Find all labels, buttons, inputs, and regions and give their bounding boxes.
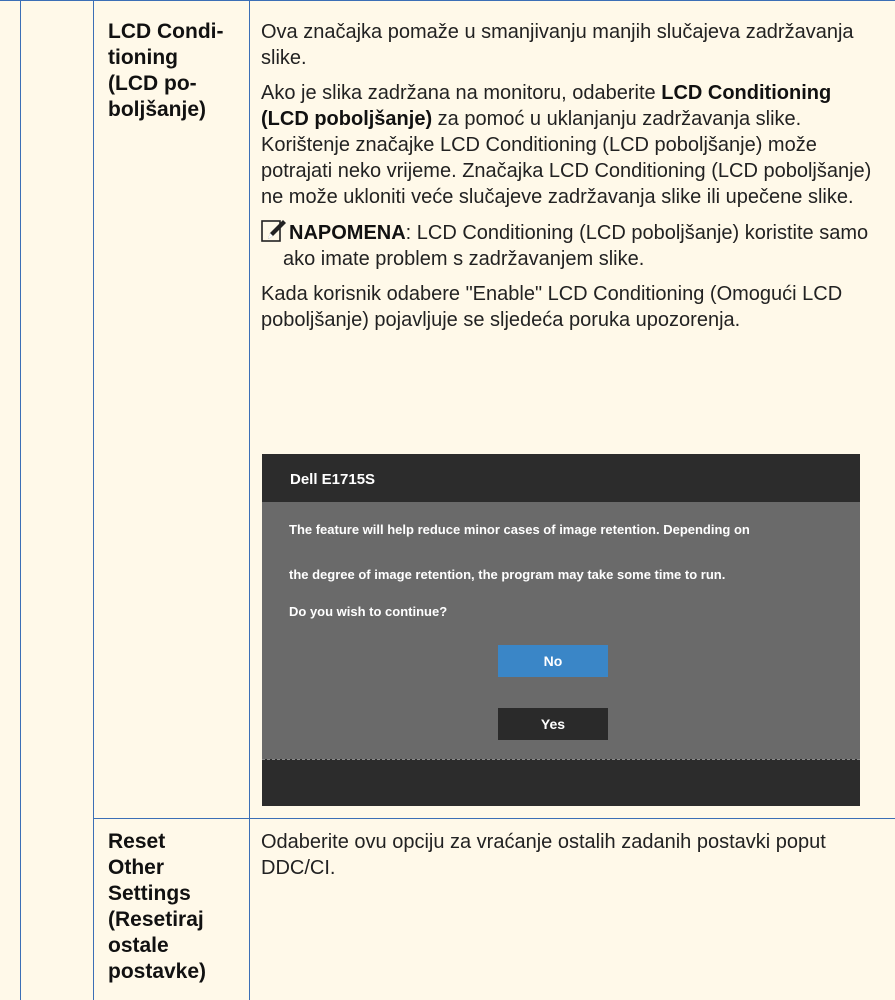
- desc-paragraph: Ako je slika zadržana na monitoru, odabe…: [261, 80, 881, 210]
- row-name-line: ostale: [108, 934, 169, 957]
- row-name-line: Settings: [108, 882, 191, 905]
- row-name-line: Other: [108, 856, 165, 879]
- row-name-line: (Resetiraj: [108, 908, 204, 931]
- settings-table: LCD Condi- tioning (LCD po- boljšanje) O…: [0, 0, 895, 1000]
- dialog-message-line: the degree of image retention, the progr…: [289, 567, 726, 582]
- desc-paragraph: Odaberite ovu opciju za vraćanje ostalih…: [261, 831, 826, 879]
- row-rule: [94, 818, 895, 819]
- row-desc-reset-other-settings: Odaberite ovu opciju za vraćanje ostalih…: [261, 829, 881, 890]
- desc-text: Ako je slika zadržana na monitoru, odabe…: [261, 82, 662, 104]
- column-rule: [249, 0, 250, 1000]
- desc-paragraph: Ova značajka pomaže u smanjivanju manjih…: [261, 21, 854, 69]
- yes-button[interactable]: Yes: [498, 708, 608, 740]
- no-button[interactable]: No: [498, 645, 608, 677]
- row-name-line: boljšanje): [108, 98, 207, 121]
- row-name-line: tioning: [108, 46, 178, 69]
- pencil-note-icon: [261, 220, 286, 242]
- row-desc-lcd-conditioning: Ova značajka pomaže u smanjivanju manjih…: [261, 19, 881, 342]
- column-rule: [93, 0, 94, 1000]
- row-name-line: Reset: [108, 830, 166, 853]
- dialog-message-line: Do you wish to continue?: [289, 604, 448, 619]
- desc-paragraph: Kada korisnik odabere "Enable" LCD Condi…: [261, 283, 843, 331]
- row-rule: [0, 0, 895, 1]
- row-name-lcd-conditioning: LCD Condi- tioning (LCD po- boljšanje): [108, 19, 236, 123]
- note-paragraph: NAPOMENA: LCD Conditioning (LCD poboljša…: [261, 219, 881, 272]
- row-name-line: LCD Condi-: [108, 20, 224, 43]
- row-name-line: postavke): [108, 960, 207, 983]
- warning-dialog: Dell E1715S The feature will help reduce…: [262, 454, 860, 806]
- row-name-line: (LCD po-: [108, 72, 197, 95]
- row-name-reset-other-settings: Reset Other Settings (Resetiraj ostale p…: [108, 829, 236, 985]
- dialog-title: Dell E1715S: [262, 454, 860, 502]
- column-rule: [20, 0, 21, 1000]
- note-label: NAPOMENA: [289, 222, 406, 244]
- dialog-message-line: The feature will help reduce minor cases…: [289, 522, 750, 537]
- dialog-footer: [262, 759, 860, 806]
